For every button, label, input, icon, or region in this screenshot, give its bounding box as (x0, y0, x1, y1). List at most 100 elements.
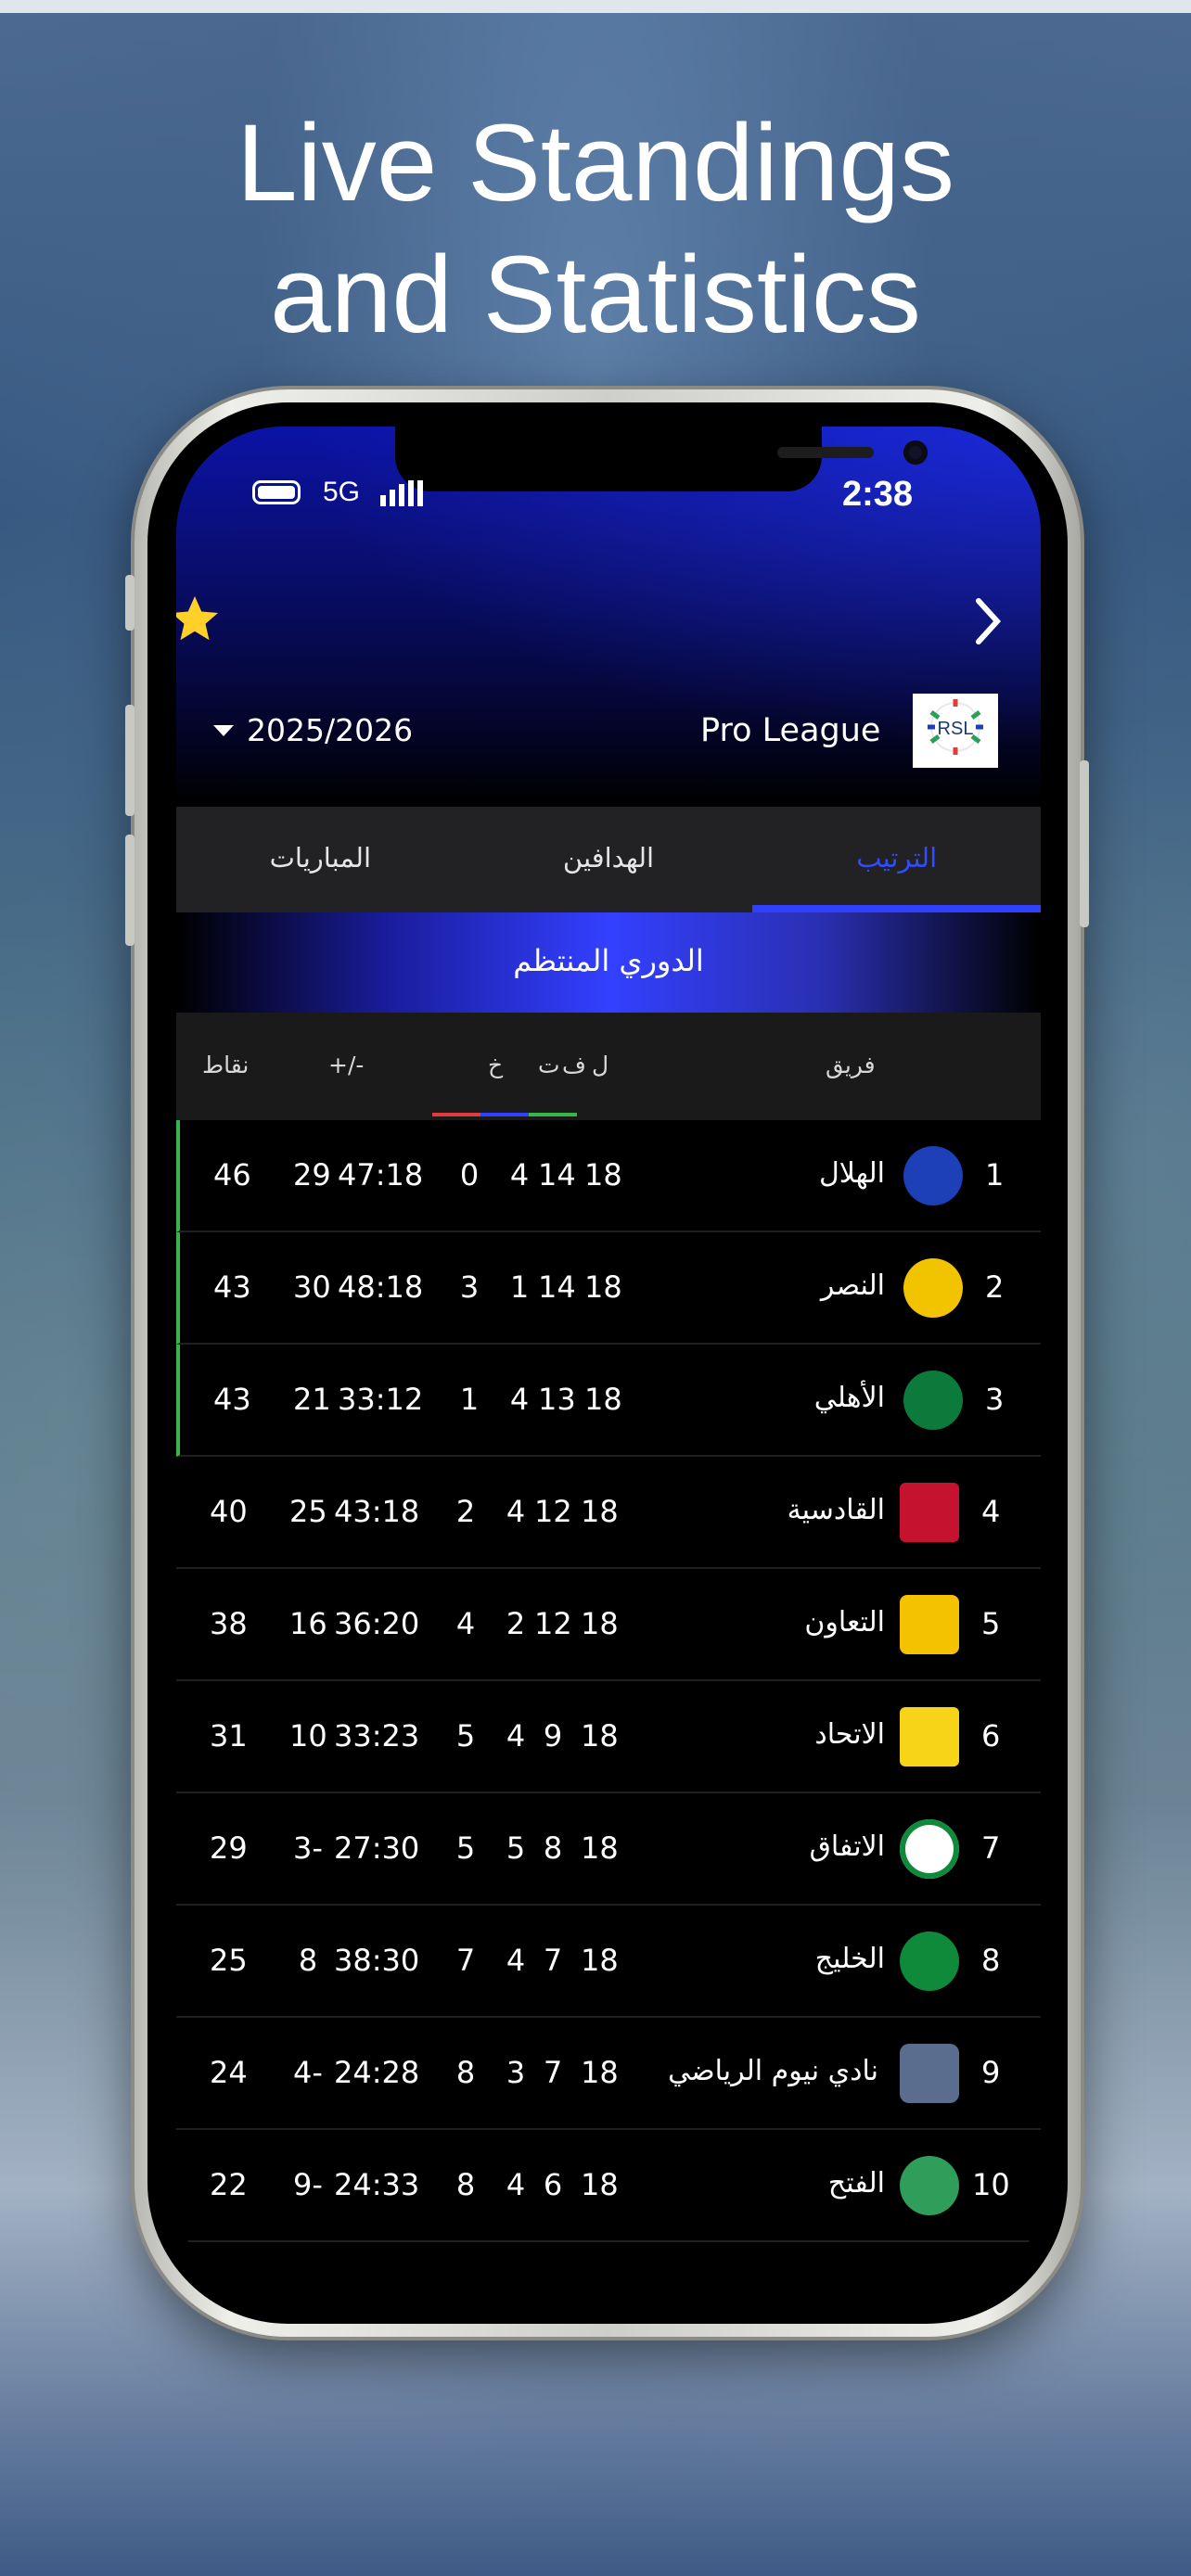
table-row[interactable]: 10 الفتح 18 6 4 8 24:33 9- 22 (176, 2130, 1041, 2242)
drawn-underline (480, 1113, 529, 1116)
points: 24 (210, 2055, 248, 2090)
lost: 8 (455, 2055, 476, 2090)
points: 46 (213, 1157, 251, 1192)
team-logo (900, 1819, 959, 1879)
team-logo (900, 1595, 959, 1654)
goals: 38:30 (334, 1943, 420, 1978)
team-name: الأهلي (813, 1382, 885, 1414)
drawn: 1 (509, 1269, 530, 1305)
section-title: الدوري المنتظم (176, 912, 1041, 1013)
lost: 7 (455, 1943, 476, 1978)
goal-diff: 10 (289, 1718, 327, 1753)
season-label: 2025/2026 (247, 712, 414, 748)
tab-matches[interactable]: المباريات (176, 807, 465, 912)
won: 7 (543, 1943, 563, 1978)
caret-down-icon (213, 724, 234, 736)
played: 18 (581, 1494, 619, 1529)
played: 18 (584, 1382, 622, 1417)
team-logo (903, 1371, 963, 1430)
goals: 48:18 (338, 1269, 424, 1305)
team-logo (900, 1483, 959, 1542)
team-logo (900, 1707, 959, 1766)
team-name: نادي نيوم الرياضي (668, 2055, 878, 2087)
front-camera (903, 440, 928, 465)
table-row[interactable]: 4 القادسية 18 12 4 2 43:18 25 40 (176, 1457, 1041, 1569)
team-logo (903, 1146, 963, 1205)
app-screen: 5G 2:38 2025/2026 Pro League RSL الترتيب… (176, 427, 1041, 2300)
points: 22 (210, 2167, 248, 2202)
won: 12 (534, 1606, 572, 1641)
goal-diff: 29 (293, 1157, 331, 1192)
table-row[interactable]: 5 التعاون 18 12 2 4 36:20 16 38 (176, 1569, 1041, 1681)
team-name: الاتحاد (814, 1718, 885, 1751)
row-position: 8 (981, 1943, 1001, 1978)
col-won: ف (562, 1052, 586, 1078)
played: 18 (581, 1606, 619, 1641)
played: 18 (581, 1830, 619, 1866)
phone-volume-down (125, 835, 134, 946)
team-name: النصر (820, 1269, 885, 1302)
goals: 24:28 (334, 2055, 420, 2090)
won: 14 (538, 1269, 576, 1305)
lost: 3 (459, 1269, 480, 1305)
hero-title: Live Standings and Statistics (0, 97, 1191, 361)
team-name: الفتح (827, 2167, 885, 2200)
tab-standings[interactable]: الترتيب (752, 807, 1041, 912)
points: 40 (210, 1494, 248, 1529)
won-underline (529, 1113, 577, 1116)
league-logo-text: RSL (938, 719, 974, 739)
goal-diff: 21 (293, 1382, 331, 1417)
won: 7 (543, 2055, 563, 2090)
row-position: 9 (981, 2055, 1001, 2090)
drawn: 4 (509, 1382, 530, 1417)
phone-power-button (1080, 760, 1089, 927)
signal-icon (380, 480, 423, 506)
won: 12 (534, 1494, 572, 1529)
lost: 8 (455, 2167, 476, 2202)
goal-diff: 3- (293, 1830, 323, 1866)
points: 43 (213, 1382, 251, 1417)
tab-scorers[interactable]: الهدافين (465, 807, 753, 912)
chevron-right-icon[interactable] (965, 593, 1011, 649)
played: 18 (581, 1943, 619, 1978)
goals: 24:33 (334, 2167, 420, 2202)
row-position: 2 (985, 1269, 1005, 1305)
lost: 4 (455, 1606, 476, 1641)
phone-mute-switch (125, 575, 134, 631)
drawn: 3 (506, 2055, 526, 2090)
goal-diff: 8 (298, 1943, 318, 1978)
lost-underline (432, 1113, 480, 1116)
season-selector[interactable]: 2025/2026 (213, 712, 413, 748)
table-row[interactable]: 7 الاتفاق 18 8 5 5 27:30 3- 29 (176, 1793, 1041, 1906)
points: 43 (213, 1269, 251, 1305)
drawn: 2 (506, 1606, 526, 1641)
goals: 33:23 (334, 1718, 420, 1753)
table-row[interactable]: 1 الهلال 18 14 4 0 47:18 29 46 (176, 1120, 1041, 1232)
won: 8 (543, 1830, 563, 1866)
clock: 2:38 (842, 475, 914, 514)
team-name: الاتفاق (809, 1830, 885, 1863)
battery-icon (252, 480, 301, 504)
hero-title-line-2: and Statistics (270, 234, 921, 356)
won: 6 (543, 2167, 563, 2202)
table-row[interactable]: 8 الخليج 18 7 4 7 38:30 8 25 (176, 1906, 1041, 2018)
table-row[interactable]: 2 النصر 18 14 1 3 48:18 30 43 (176, 1232, 1041, 1345)
favorite-star-icon[interactable] (176, 592, 223, 647)
table-row[interactable]: 3 الأهلي 18 13 4 1 33:12 21 43 (176, 1345, 1041, 1457)
played: 18 (584, 1157, 622, 1192)
goal-diff: 4- (293, 2055, 323, 2090)
league-logo: RSL (913, 694, 998, 768)
row-position: 3 (985, 1382, 1005, 1417)
points: 38 (210, 1606, 248, 1641)
team-logo (900, 2156, 959, 2215)
drawn: 4 (506, 1494, 526, 1529)
team-logo (900, 1932, 959, 1991)
table-row[interactable]: 9 نادي نيوم الرياضي 18 7 3 8 24:28 4- 24 (176, 2018, 1041, 2130)
drawn: 4 (506, 2167, 526, 2202)
col-played: ل (592, 1052, 609, 1078)
drawn: 4 (506, 1943, 526, 1978)
table-row[interactable]: 6 الاتحاد 18 9 4 5 33:23 10 31 (176, 1681, 1041, 1793)
won: 9 (543, 1718, 563, 1753)
drawn: 5 (506, 1830, 526, 1866)
team-logo (903, 1258, 963, 1318)
